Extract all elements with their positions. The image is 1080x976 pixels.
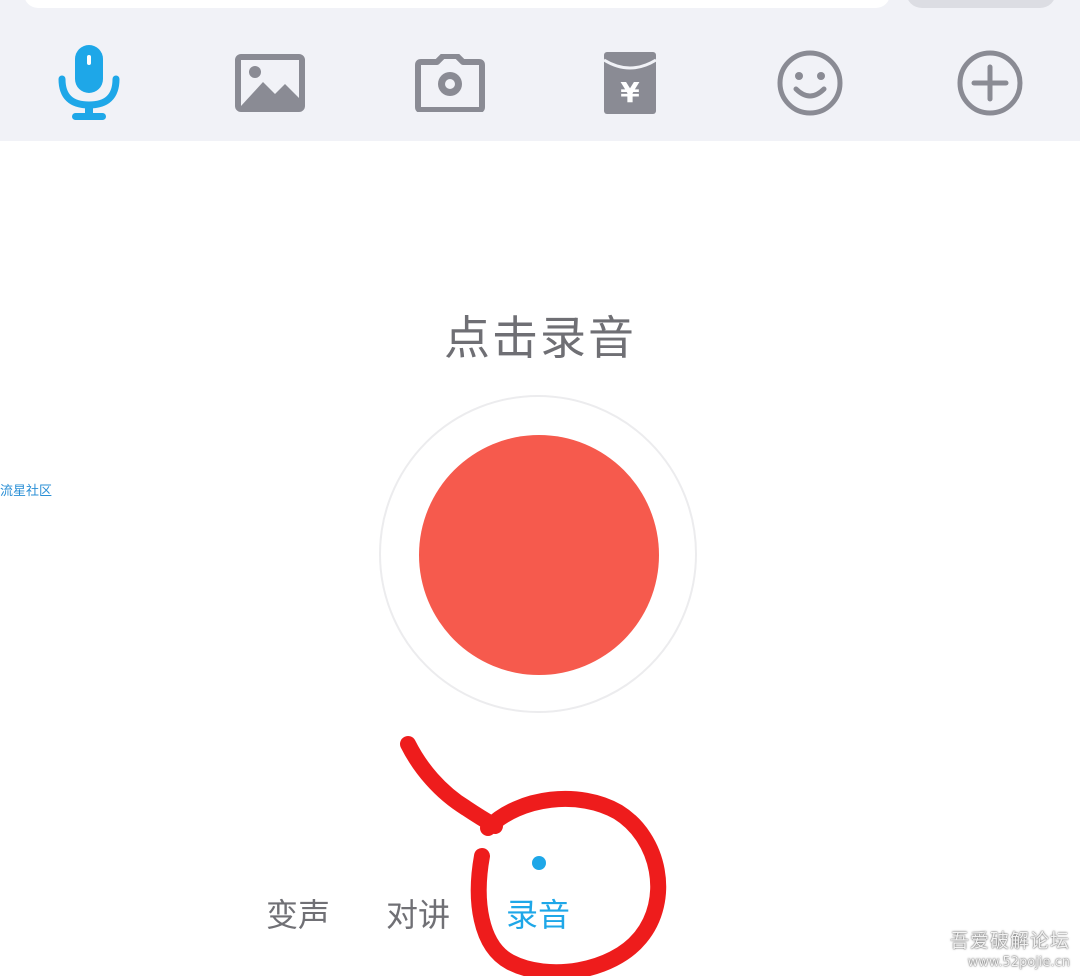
plus-icon — [957, 50, 1023, 116]
send-button[interactable] — [906, 0, 1056, 8]
camera-tool-button[interactable] — [405, 40, 495, 126]
input-toolbar: ¥ — [0, 0, 1080, 141]
red-packet-icon: ¥ — [603, 52, 657, 114]
watermark-left: 流星社区 — [0, 484, 53, 499]
active-mode-indicator — [532, 856, 546, 870]
record-button[interactable] — [419, 435, 659, 675]
voice-tool-button[interactable] — [44, 40, 134, 126]
watermark-url: www.52pojie.cn — [967, 955, 1070, 970]
message-input[interactable] — [24, 0, 890, 8]
tab-voice-changer[interactable]: 变声 — [266, 890, 330, 936]
watermark-title: 吾爱破解论坛 — [949, 930, 1070, 952]
image-icon — [235, 54, 305, 112]
tab-recording[interactable]: 录音 — [506, 890, 570, 936]
yuan-glyph: ¥ — [620, 76, 640, 109]
record-hint-title: 点击录音 — [444, 311, 636, 365]
more-tool-button[interactable] — [945, 40, 1035, 126]
emoji-tool-button[interactable] — [765, 40, 855, 126]
emoji-icon — [777, 50, 843, 116]
microphone-icon — [58, 45, 120, 120]
tab-walkie-talkie[interactable]: 对讲 — [386, 890, 450, 936]
watermark-bottom-right: 吾爱破解论坛 www.52pojie.cn — [950, 926, 1070, 970]
camera-icon — [415, 54, 485, 112]
voice-input-panel: ¥ 流星社区 点击录音 变声 对讲 录音 吾爱破解论坛 www.52pojie.… — [0, 0, 1080, 976]
red-packet-tool-button[interactable]: ¥ — [585, 40, 675, 126]
image-tool-button[interactable] — [225, 40, 315, 126]
